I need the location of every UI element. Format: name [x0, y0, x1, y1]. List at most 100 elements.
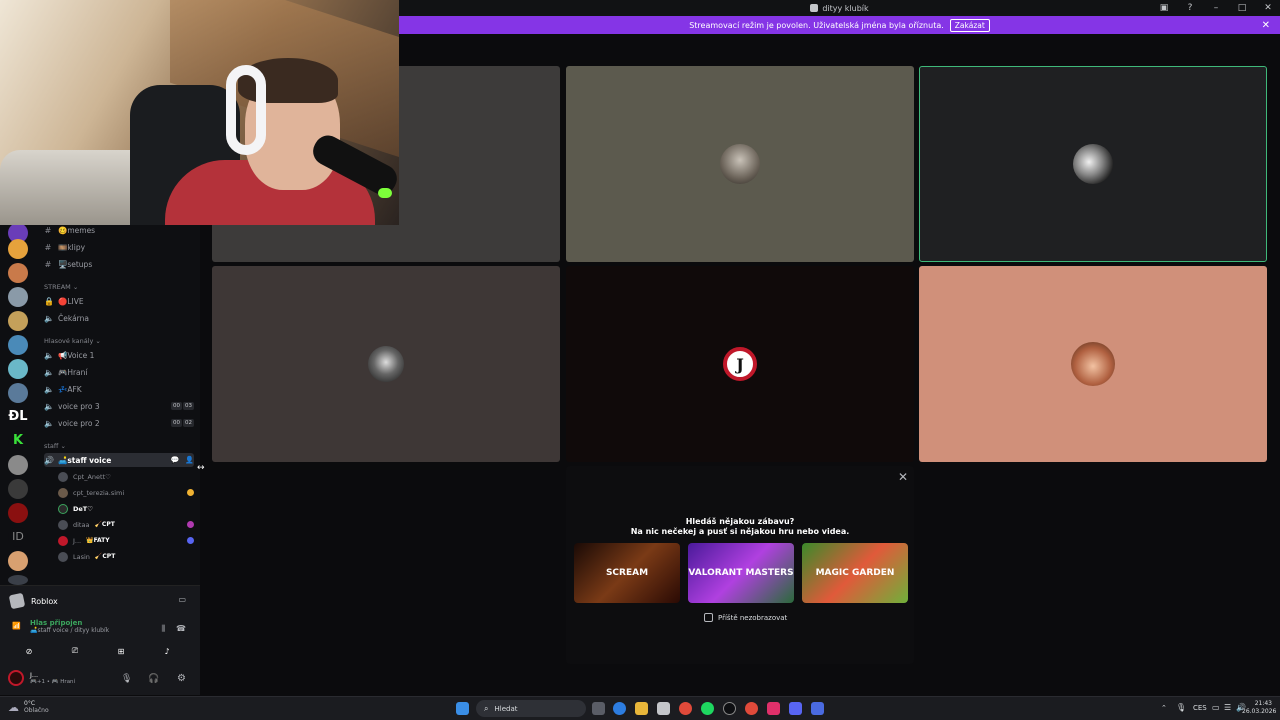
- voice-channel-path[interactable]: 🛋️staff voice / dityy klubík: [30, 627, 109, 634]
- channel-live[interactable]: 🔒 🔴LIVE: [44, 294, 194, 308]
- discord-icon[interactable]: [789, 702, 802, 715]
- channel-memes[interactable]: # 🥴memes: [44, 223, 194, 237]
- server-icon[interactable]: [8, 551, 28, 571]
- chevron-up-icon[interactable]: ⌃: [1161, 704, 1167, 712]
- microphone-icon[interactable]: 🎙: [121, 674, 132, 684]
- channel-hrani[interactable]: 🔈 🎮Hraní: [44, 365, 194, 379]
- channel-klipy[interactable]: # 🎞️klipy: [44, 240, 194, 254]
- voice-member[interactable]: DeT♡: [58, 502, 194, 515]
- avatar: [1071, 342, 1115, 386]
- category-voice[interactable]: Hlasové kanály ⌄: [44, 337, 101, 345]
- dont-show-checkbox[interactable]: [704, 613, 713, 622]
- copilot-icon[interactable]: [613, 702, 626, 715]
- inbox-icon[interactable]: ▣: [1158, 3, 1170, 13]
- speaker-icon: 🔈: [44, 418, 54, 428]
- voice-member[interactable]: Cpt_Anett♡: [58, 470, 194, 483]
- activity-card-scream[interactable]: SCREAM: [574, 543, 680, 603]
- tiktok-icon[interactable]: [767, 702, 780, 715]
- activity-card-valorant[interactable]: VALORANT MASTERS: [688, 543, 794, 603]
- microphone-icon[interactable]: 🎙: [1176, 703, 1186, 712]
- add-member-icon[interactable]: 👤: [185, 456, 194, 464]
- server-icon[interactable]: [8, 263, 28, 283]
- file-explorer-icon[interactable]: [635, 702, 648, 715]
- soundboard-button[interactable]: ♪: [140, 643, 194, 659]
- camera-off-button[interactable]: ⊘: [10, 643, 48, 659]
- participant-tile-speaking[interactable]: [919, 66, 1267, 262]
- channel-voice-pro-2[interactable]: 🔈 voice pro 2 00 02: [44, 416, 194, 430]
- obs-icon[interactable]: [723, 702, 736, 715]
- server-icon[interactable]: [8, 311, 28, 331]
- help-icon[interactable]: ?: [1184, 3, 1196, 13]
- window-title: dityy klubík: [822, 3, 869, 13]
- activity-card-magic-garden[interactable]: MAGIC GARDEN: [802, 543, 908, 603]
- clock[interactable]: 21:43 26.03.2026: [1242, 700, 1276, 716]
- chrome-icon[interactable]: [745, 702, 758, 715]
- server-icon[interactable]: [8, 383, 28, 403]
- monitor-icon[interactable]: ▭: [1212, 703, 1220, 712]
- store-icon[interactable]: [657, 702, 670, 715]
- server-icon[interactable]: ÐL: [8, 407, 28, 427]
- screen-share-button[interactable]: ⎚: [48, 643, 102, 659]
- category-staff[interactable]: staff ⌄: [44, 442, 66, 450]
- activity-suggestion-panel: ✕ Hledáš nějakou zábavu? Na nic nečekej …: [566, 466, 914, 664]
- task-view-icon[interactable]: [592, 702, 605, 715]
- activities-button[interactable]: ⊞: [102, 643, 140, 659]
- settings-gear-icon[interactable]: ⚙: [177, 673, 186, 684]
- gamepad-icon: [187, 537, 194, 544]
- close-button[interactable]: ✕: [1262, 3, 1274, 13]
- participant-tile[interactable]: J: [566, 266, 914, 462]
- participant-tile[interactable]: [919, 266, 1267, 462]
- server-icon[interactable]: [8, 455, 28, 475]
- server-icon[interactable]: [8, 287, 28, 307]
- app-icon[interactable]: [811, 702, 824, 715]
- chat-icon[interactable]: 💬: [171, 456, 180, 464]
- minimize-button[interactable]: –: [1210, 3, 1222, 13]
- server-icon[interactable]: [8, 359, 28, 379]
- voice-member[interactable]: ditaa 🧹CPT: [58, 518, 194, 531]
- chrome-icon[interactable]: [679, 702, 692, 715]
- server-icon[interactable]: [8, 239, 28, 259]
- voice-member[interactable]: cpt_terezia.simi: [58, 486, 194, 499]
- channel-staff-voice[interactable]: 🔊 🛋️staff voice 💬 👤: [44, 453, 194, 467]
- hash-icon: #: [44, 225, 52, 235]
- channel-voice-pro-3[interactable]: 🔈 voice pro 3 00 03: [44, 399, 194, 413]
- search-icon: ⌕: [484, 703, 489, 713]
- server-icon[interactable]: K: [8, 431, 28, 451]
- channel-afk[interactable]: 🔈 💤AFK: [44, 382, 194, 396]
- windows-start-icon[interactable]: [456, 702, 469, 715]
- server-icon[interactable]: [8, 479, 28, 499]
- speaker-icon: 🔈: [44, 401, 54, 411]
- language-indicator[interactable]: CES: [1193, 704, 1207, 712]
- server-icon[interactable]: [8, 503, 28, 523]
- voice-member[interactable]: Lasin 🧹CPT: [58, 550, 194, 563]
- spotify-icon[interactable]: [701, 702, 714, 715]
- speaker-icon: 🔊: [44, 455, 54, 465]
- participant-tile[interactable]: [212, 266, 560, 462]
- taskbar-search[interactable]: ⌕ Hledat: [476, 700, 586, 717]
- headphones-icon[interactable]: 🎧: [148, 674, 159, 684]
- disconnect-icon[interactable]: ☎: [176, 624, 186, 633]
- voice-status[interactable]: Hlas připojen: [30, 619, 109, 627]
- channel-cekarna[interactable]: 🔈 Čekárna: [44, 311, 194, 325]
- disable-streamer-mode-button[interactable]: Zakázat: [949, 18, 990, 32]
- close-icon[interactable]: ✕: [1262, 20, 1270, 31]
- wifi-icon[interactable]: ☰: [1224, 703, 1231, 712]
- channel-voice-1[interactable]: 🔈 📢Voice 1: [44, 348, 194, 362]
- category-stream[interactable]: STREAM ⌄: [44, 283, 78, 291]
- server-icon[interactable]: [8, 575, 28, 585]
- avatar[interactable]: [8, 670, 24, 686]
- avatar: [58, 551, 68, 562]
- close-icon[interactable]: ✕: [898, 470, 908, 484]
- resize-handle-icon[interactable]: ↔: [197, 463, 205, 473]
- screen-icon[interactable]: ▭: [178, 595, 186, 604]
- voice-member[interactable]: J... 👑FATY: [58, 534, 194, 547]
- streamer-mode-banner: Streamovací režim je povolen. Uživatelsk…: [399, 16, 1280, 34]
- participant-tile[interactable]: [566, 66, 914, 262]
- weather-widget[interactable]: ☁ 0°C Oblačno: [8, 700, 49, 714]
- server-icon[interactable]: [8, 335, 28, 355]
- server-icon[interactable]: ID: [8, 527, 28, 547]
- channel-setups[interactable]: # 🖥️setups: [44, 257, 194, 271]
- maximize-button[interactable]: □: [1236, 3, 1248, 13]
- noise-suppression-icon[interactable]: ⫼: [161, 624, 165, 634]
- signal-icon: 📶: [12, 622, 21, 630]
